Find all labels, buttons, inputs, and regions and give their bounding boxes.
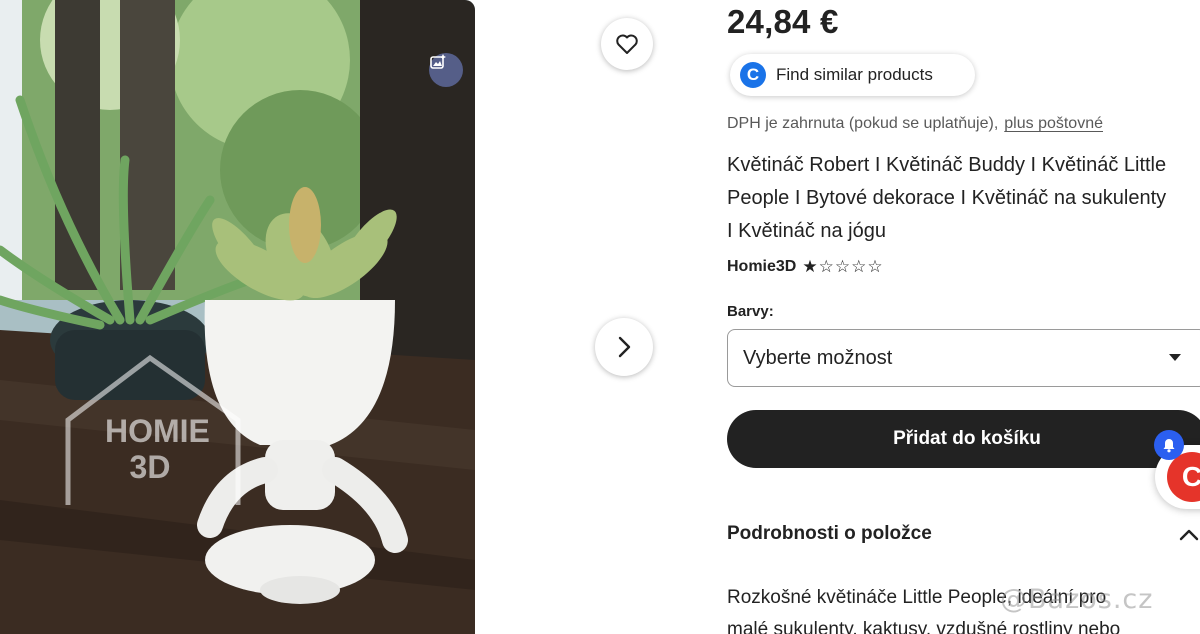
postage-link[interactable]: plus poštovné: [1004, 115, 1103, 132]
photo-logo: HOMIE 3D: [105, 413, 210, 485]
product-title-line: People I Bytové dekorace I Květináč na s…: [727, 187, 1167, 209]
bell-icon: [1163, 439, 1175, 453]
star-empty-icon: ☆: [867, 257, 883, 276]
photo-logo-line-1: HOMIE: [105, 413, 210, 449]
variant-select-value: Vyberte možnost: [743, 346, 893, 369]
photo-logo-line-2: 3D: [129, 449, 171, 485]
shop-rating-row: Homie3D ★ ☆ ☆ ☆ ☆: [727, 258, 883, 276]
find-similar-button[interactable]: C Find similar products: [730, 54, 975, 96]
item-details-toggle[interactable]: Podrobnosti o položce: [727, 523, 932, 545]
description-line: malé sukulenty, kaktusy, vzdušné rostlin…: [727, 619, 1121, 634]
next-image-button[interactable]: [595, 318, 653, 376]
chevron-right-icon: [618, 336, 631, 358]
site-watermark: @Bazos.cz: [1000, 584, 1154, 615]
variant-label: Barvy:: [727, 303, 774, 320]
star-filled-icon: ★: [802, 257, 818, 276]
product-title-line: Květináč Robert I Květináč Buddy I Květi…: [727, 154, 1167, 176]
find-similar-label: Find similar products: [776, 65, 933, 84]
color-variant-select[interactable]: Vyberte možnost: [727, 329, 1200, 387]
shop-name-link[interactable]: Homie3D: [727, 258, 796, 276]
image-sparkle-icon: [430, 54, 446, 69]
star-empty-icon: ☆: [851, 257, 867, 276]
product-price: 24,84 €: [727, 3, 839, 40]
caret-down-icon: [1169, 354, 1181, 361]
product-photo-illustration: [0, 0, 475, 634]
star-empty-icon: ☆: [834, 257, 851, 276]
product-title: Květináč Robert I Květináč Buddy I Květi…: [727, 149, 1200, 248]
heart-icon: [616, 34, 638, 54]
add-to-cart-button[interactable]: Přidat do košíku: [727, 410, 1200, 468]
notification-button[interactable]: [1154, 430, 1184, 460]
product-title-line: I Květináč na jógu: [727, 220, 886, 242]
vat-note: DPH je zahrnuta (pokud se uplatňuje), plu…: [727, 115, 1103, 133]
favorite-button[interactable]: [601, 18, 653, 70]
image-sparkle-button[interactable]: [429, 53, 463, 87]
search-logo-icon: C: [740, 62, 766, 88]
product-photo[interactable]: HOMIE 3D: [0, 0, 475, 634]
rating-stars[interactable]: ★ ☆ ☆ ☆ ☆: [802, 258, 882, 276]
star-empty-icon: ☆: [818, 257, 834, 276]
chevron-up-icon[interactable]: [1178, 528, 1200, 542]
vat-text: DPH je zahrnuta (pokud se uplatňuje),: [727, 115, 999, 132]
